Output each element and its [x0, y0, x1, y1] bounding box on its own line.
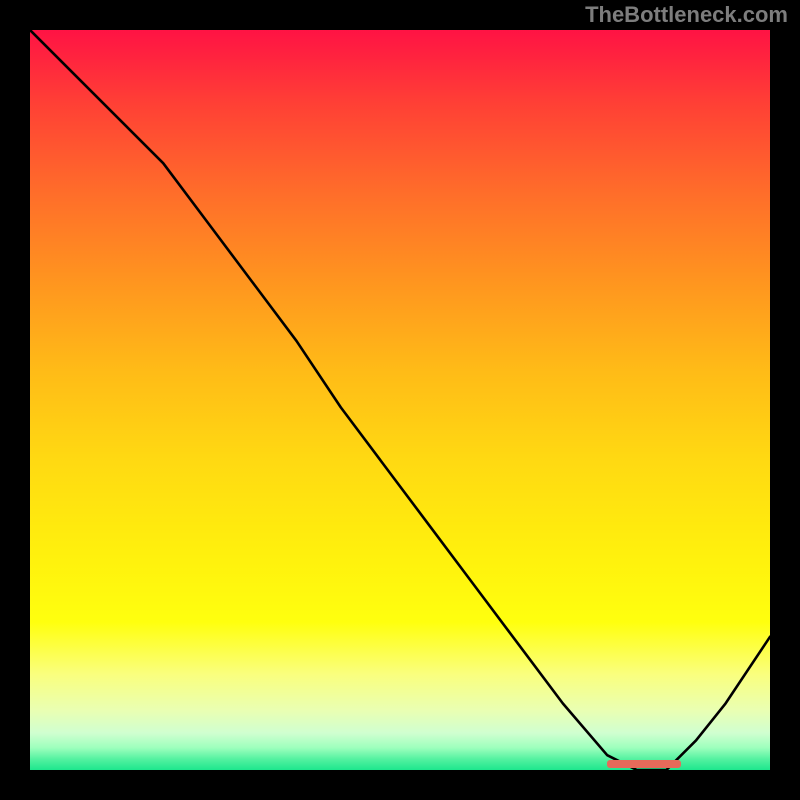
optimal-range-marker [607, 760, 681, 768]
curve-path [30, 30, 770, 770]
plot-area [30, 30, 770, 770]
attribution-text: TheBottleneck.com [585, 2, 788, 28]
bottleneck-curve [30, 30, 770, 770]
